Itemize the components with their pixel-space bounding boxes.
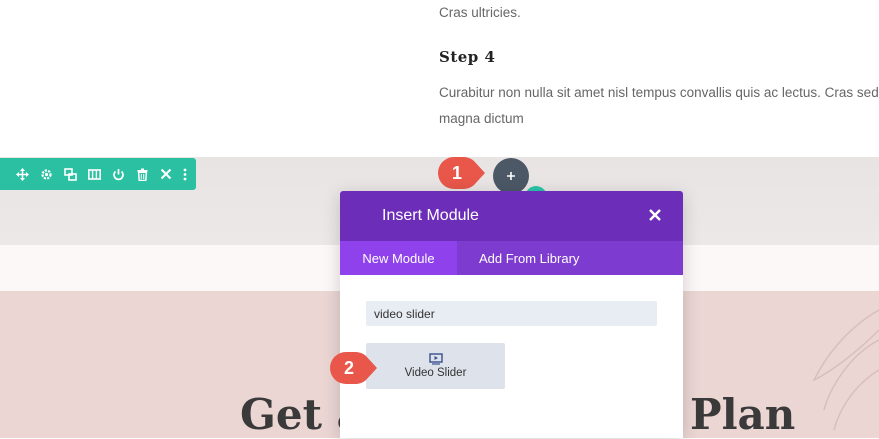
- step-badge-1: 1: [438, 157, 486, 189]
- columns-icon[interactable]: [82, 158, 106, 190]
- paragraph-text: Cras ultricies.: [439, 5, 521, 20]
- trash-icon[interactable]: [130, 158, 154, 190]
- video-slider-icon: [428, 353, 443, 365]
- step-heading: Step 4: [439, 48, 496, 66]
- modal-title: Insert Module: [382, 207, 479, 224]
- more-vertical-icon[interactable]: [178, 158, 192, 190]
- module-search-input[interactable]: [366, 301, 657, 326]
- video-slider-module-button[interactable]: Video Slider: [366, 343, 505, 389]
- result-label: Video Slider: [404, 367, 467, 379]
- move-icon[interactable]: [10, 158, 34, 190]
- insert-module-modal: Insert Module New Module Add From Librar…: [340, 191, 683, 438]
- plus-icon: [507, 172, 515, 180]
- row-settings-toolbar: [0, 158, 196, 190]
- modal-tabs: New Module Add From Library: [340, 241, 683, 275]
- add-module-button[interactable]: [493, 158, 529, 194]
- gear-icon[interactable]: [34, 158, 58, 190]
- hero-heading-right: Plan: [690, 390, 796, 439]
- close-icon[interactable]: [154, 158, 178, 190]
- badge-number: 1: [451, 162, 462, 183]
- close-icon[interactable]: [645, 205, 665, 225]
- paragraph-text-step-4: Curabitur non nulla sit amet nisl tempus…: [439, 85, 879, 126]
- power-icon[interactable]: [106, 158, 130, 190]
- step-badge-2: 2: [330, 352, 378, 384]
- badge-number: 2: [343, 357, 354, 378]
- duplicate-icon[interactable]: [58, 158, 82, 190]
- tab-add-from-library[interactable]: Add From Library: [457, 241, 579, 275]
- leaf-decoration: [812, 309, 879, 431]
- tab-new-module[interactable]: New Module: [340, 241, 457, 275]
- modal-header: Insert Module: [340, 191, 683, 241]
